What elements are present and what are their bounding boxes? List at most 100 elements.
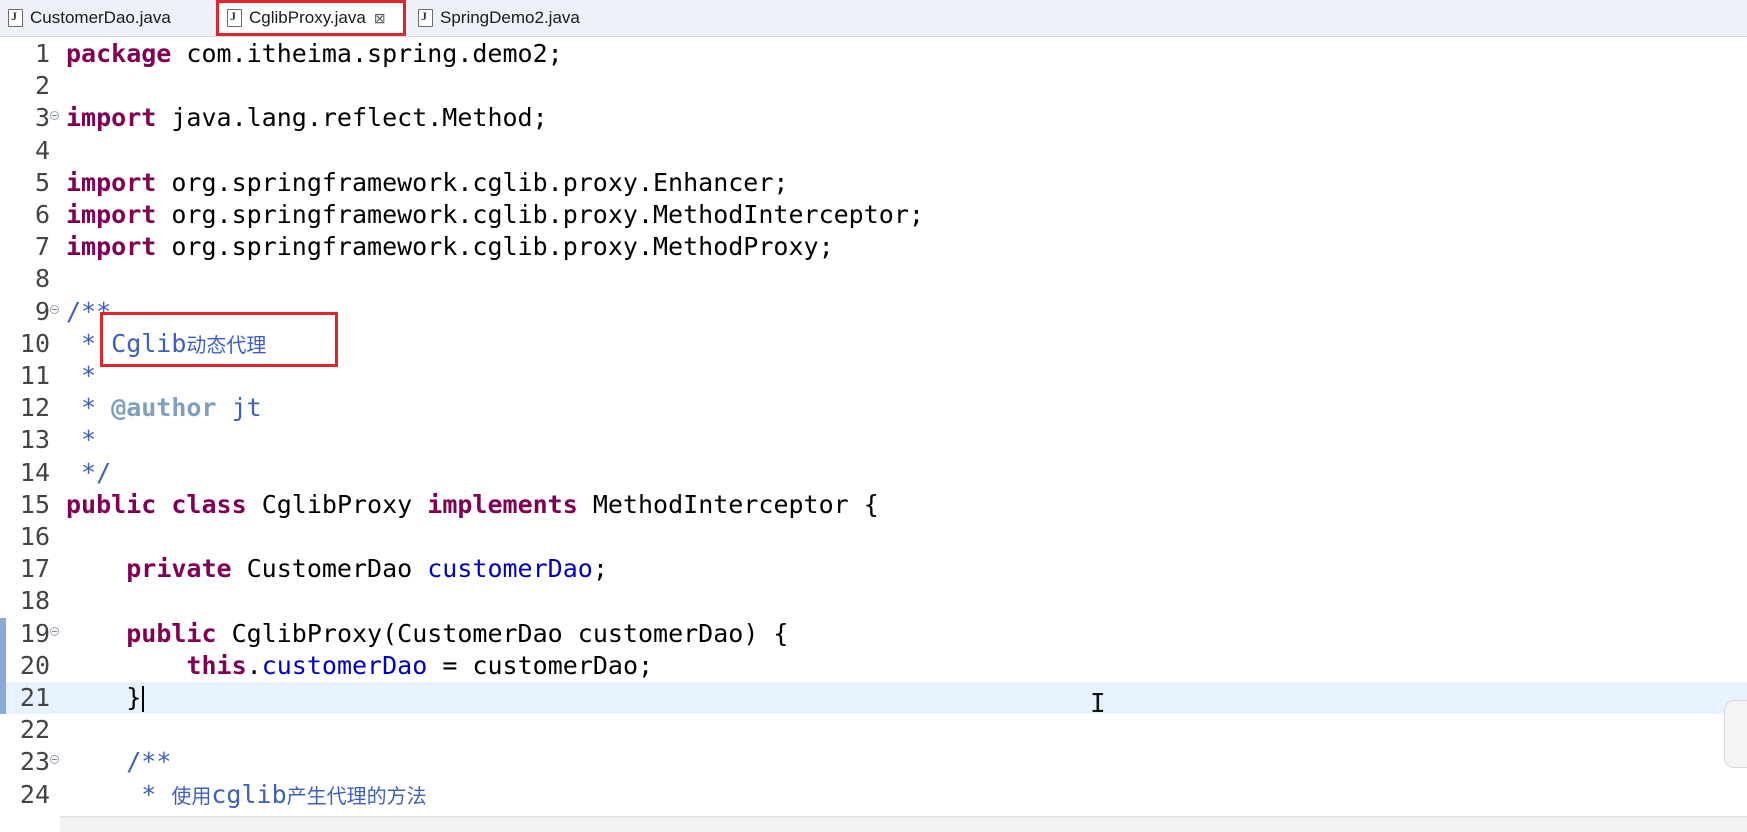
code-line[interactable]: 8 xyxy=(0,263,1747,295)
code-line[interactable]: 17 private CustomerDao customerDao; xyxy=(0,553,1747,585)
code-token: * xyxy=(66,361,97,390)
code-line[interactable]: 13 * xyxy=(0,424,1747,456)
code-text: import java.lang.reflect.Method; xyxy=(66,102,548,134)
code-token: jt xyxy=(216,393,262,423)
code-text: */ xyxy=(66,457,111,489)
code-token: ; xyxy=(592,554,608,584)
fold-toggle-icon[interactable] xyxy=(50,304,59,314)
change-marker xyxy=(0,617,6,715)
code-text: * @author jt xyxy=(66,392,262,424)
code-token: com.itheima.spring.demo2; xyxy=(171,39,563,68)
code-token: import xyxy=(66,200,157,229)
tab-springdemo2[interactable]: SpringDemo2.java xyxy=(410,1,610,34)
code-token: CustomerDao xyxy=(231,554,428,584)
code-line[interactable]: 2 xyxy=(0,70,1747,102)
code-token: public xyxy=(66,489,157,519)
code-line[interactable]: 22 xyxy=(0,714,1747,746)
fold-toggle-icon[interactable] xyxy=(50,626,59,636)
code-text: public CglibProxy(CustomerDao customerDa… xyxy=(66,618,788,650)
code-text: * xyxy=(66,360,96,392)
horizontal-scrollbar[interactable] xyxy=(60,816,1747,832)
line-number: 18 xyxy=(19,586,50,616)
code-text: import org.springframework.cglib.proxy.M… xyxy=(66,231,834,263)
text-caret xyxy=(142,686,145,712)
close-tab-icon[interactable]: ⊠ xyxy=(374,10,386,27)
code-line[interactable]: 24 * 使用cglib产生代理的方法 xyxy=(0,779,1747,811)
line-number: 20 xyxy=(19,650,50,680)
line-number: 14 xyxy=(19,457,50,487)
tab-customerdao[interactable]: CustomerDao.java xyxy=(0,1,214,34)
tab-label: SpringDemo2.java xyxy=(440,7,580,27)
line-number: 6 xyxy=(34,200,50,229)
code-token: cglib xyxy=(211,779,287,809)
code-line[interactable]: 1 package com.itheima.spring.demo2; xyxy=(0,38,1747,70)
code-line[interactable]: 5 import org.springframework.cglib.proxy.… xyxy=(0,167,1747,199)
code-text: * xyxy=(66,424,96,456)
code-token: private xyxy=(126,554,232,584)
code-token: MethodInterceptor { xyxy=(577,489,879,519)
code-line[interactable]: 7 import org.springframework.cglib.proxy.… xyxy=(0,231,1747,263)
editor-tab-bar: CustomerDao.java CglibProxy.java ⊠ Sprin… xyxy=(0,0,1747,37)
line-number: 17 xyxy=(19,554,50,584)
code-line[interactable]: 19 public CglibProxy(CustomerDao custome… xyxy=(0,618,1747,650)
java-file-icon xyxy=(8,8,23,27)
code-token: 产生代理的方法 xyxy=(286,783,427,808)
code-text: * 使用cglib产生代理的方法 xyxy=(66,779,427,812)
line-number: 13 xyxy=(19,425,50,455)
code-token: customerDao xyxy=(427,554,593,584)
code-line[interactable]: 3 import java.lang.reflect.Method; xyxy=(0,102,1747,134)
code-token: . xyxy=(246,650,262,680)
code-token: org.springframework.cglib.proxy.Enhancer… xyxy=(156,167,789,197)
code-token: class xyxy=(171,489,247,519)
tab-label: CglibProxy.java xyxy=(249,8,366,27)
code-token: * xyxy=(66,779,172,809)
code-line[interactable]: 14 */ xyxy=(0,457,1747,489)
code-token: package xyxy=(66,39,172,68)
code-token: */ xyxy=(66,457,112,487)
fold-toggle-icon[interactable] xyxy=(50,755,59,765)
code-text: private CustomerDao customerDao; xyxy=(66,553,608,585)
line-number: 7 xyxy=(34,232,50,262)
tab-label: CustomerDao.java xyxy=(30,7,171,27)
code-token: this xyxy=(186,650,247,680)
line-number: 3 xyxy=(34,103,50,133)
text-cursor-icon: I xyxy=(1090,689,1106,719)
fold-toggle-icon[interactable] xyxy=(50,111,59,121)
code-text: import org.springframework.cglib.proxy.M… xyxy=(66,199,924,231)
code-token: import xyxy=(66,103,157,133)
line-number: 10 xyxy=(19,328,50,358)
code-text: } xyxy=(66,682,145,714)
line-number: 4 xyxy=(34,135,50,165)
code-token: CglibProxy xyxy=(246,489,428,519)
code-token: org.springframework.cglib.proxy.MethodPr… xyxy=(156,232,834,262)
code-token: org.springframework.cglib.proxy.MethodIn… xyxy=(156,200,924,229)
code-line[interactable]: 20 this.customerDao = customerDao; xyxy=(0,650,1747,682)
code-token: @author xyxy=(111,393,217,423)
side-panel-handle[interactable] xyxy=(1724,700,1747,768)
line-number: 5 xyxy=(34,167,50,197)
line-number: 9 xyxy=(34,296,50,326)
code-line[interactable]: 23 /** xyxy=(0,746,1747,778)
code-line[interactable]: 18 xyxy=(0,585,1747,617)
line-number: 15 xyxy=(19,489,50,519)
code-line[interactable]: 16 xyxy=(0,521,1747,553)
code-line[interactable]: 15 public class CglibProxy implements Met… xyxy=(0,489,1747,521)
highlight-box xyxy=(100,312,338,367)
line-number: 12 xyxy=(19,393,50,423)
code-line[interactable]: 6 import org.springframework.cglib.proxy.… xyxy=(0,199,1747,231)
code-line[interactable]: 12 * @author jt xyxy=(0,392,1747,424)
code-token: import xyxy=(66,167,157,197)
code-token: 使用 xyxy=(171,783,212,808)
code-line[interactable]: 21 } xyxy=(0,682,1747,714)
code-line[interactable]: 4 xyxy=(0,135,1747,167)
code-token: = customerDao; xyxy=(427,650,654,680)
code-token: /** xyxy=(126,747,172,777)
code-editor[interactable]: 1 package com.itheima.spring.demo2; 2 3 impo… xyxy=(0,37,1747,816)
tab-cglibproxy[interactable]: CglibProxy.java ⊠ xyxy=(216,0,406,36)
line-number: 22 xyxy=(19,715,50,745)
line-number: 11 xyxy=(19,361,50,390)
line-number: 23 xyxy=(19,747,50,777)
code-token: java.lang.reflect.Method; xyxy=(156,103,548,133)
